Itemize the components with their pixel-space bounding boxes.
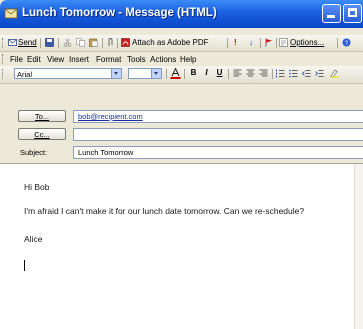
chevron-down-icon[interactable] (151, 69, 161, 78)
toolbar-divider (166, 69, 167, 79)
align-center-icon[interactable] (246, 69, 255, 78)
numbered-list-icon[interactable] (276, 69, 285, 78)
window-title: Lunch Tomorrow - Message (HTML) (22, 7, 217, 19)
toolbar-divider (260, 38, 261, 48)
menu-help[interactable]: Help (180, 54, 196, 65)
maximize-button[interactable] (343, 4, 362, 23)
menu-file[interactable]: File (10, 54, 23, 65)
align-right-icon[interactable] (259, 69, 268, 78)
decrease-indent-icon[interactable] (302, 69, 311, 78)
toolbar-divider (58, 38, 59, 48)
send-icon (8, 39, 17, 46)
attach-pdf-button[interactable]: Attach as Adobe PDF (132, 37, 209, 49)
options-button[interactable]: Options... (290, 37, 324, 49)
send-button[interactable]: Send (18, 37, 37, 49)
toolbar-divider (227, 38, 228, 48)
cut-icon[interactable] (63, 38, 72, 47)
menu-tools[interactable]: Tools (127, 54, 146, 65)
send-label: Send (18, 38, 37, 47)
to-field[interactable]: bob@recipient.com (73, 110, 363, 123)
subject-label: Subject: (20, 148, 48, 157)
font-value: Arial (17, 70, 33, 79)
flag-icon[interactable] (264, 38, 273, 47)
title-bar[interactable]: Lunch Tomorrow - Message (HTML) (0, 0, 363, 28)
toolbar-divider (184, 69, 185, 79)
italic-button[interactable]: I (201, 68, 212, 77)
signature-text: Alice (24, 234, 43, 244)
align-left-icon[interactable] (233, 69, 242, 78)
to-recipient[interactable]: bob@recipient.com (78, 112, 143, 121)
toolbar-divider (117, 38, 118, 48)
cc-field[interactable] (73, 128, 363, 141)
increase-indent-icon[interactable] (315, 69, 324, 78)
menu-actions[interactable]: Actions (150, 54, 176, 65)
toolbar-divider (276, 38, 277, 48)
font-color-icon[interactable] (170, 68, 181, 79)
standard-toolbar: Send Attach as Adobe PDF ! ↓ Options... … (0, 35, 363, 52)
toolbar-divider (337, 38, 338, 48)
paste-icon[interactable] (89, 38, 98, 47)
greeting-text: Hi Bob (24, 182, 50, 192)
toolbar-grip[interactable] (2, 69, 5, 79)
pdf-icon (121, 38, 130, 47)
to-button-label: To... (34, 112, 50, 121)
importance-low-icon[interactable]: ↓ (249, 37, 253, 49)
toolbar-divider (228, 69, 229, 79)
formatting-toolbar: Arial B I U (0, 66, 363, 84)
highlight-icon[interactable] (330, 69, 339, 78)
vertical-scrollbar[interactable] (354, 164, 363, 329)
menu-view[interactable]: View (47, 54, 64, 65)
menu-bar: File Edit View Insert Format Tools Actio… (0, 52, 363, 66)
underline-button[interactable]: U (214, 68, 225, 77)
font-select[interactable]: Arial (14, 68, 122, 79)
toolbar-divider (272, 69, 273, 79)
cc-button-label: Cc... (34, 130, 50, 139)
menu-format[interactable]: Format (96, 54, 121, 65)
help-icon[interactable]: ? (342, 38, 351, 47)
bold-button[interactable]: B (188, 68, 199, 77)
menu-grip[interactable] (2, 54, 5, 64)
message-text: I'm afraid I can't make it for our lunch… (24, 206, 305, 216)
subject-field[interactable]: Lunch Tomorrow (73, 146, 363, 159)
chevron-down-icon[interactable] (111, 69, 121, 78)
message-window: Lunch Tomorrow - Message (HTML) Send Att… (0, 0, 363, 329)
options-label: Options... (290, 38, 325, 47)
copy-icon[interactable] (76, 38, 85, 47)
cc-button[interactable]: Cc... (18, 128, 66, 140)
toolbar-grip[interactable] (2, 38, 5, 48)
message-body[interactable]: Hi Bob I'm afraid I can't make it for ou… (0, 163, 363, 329)
toolbar-divider (102, 38, 103, 48)
bullet-list-icon[interactable] (289, 69, 298, 78)
minimize-button[interactable] (322, 4, 341, 23)
save-icon[interactable] (45, 38, 54, 47)
address-pane: To... bob@recipient.com Cc... Subject: L… (0, 88, 363, 160)
font-size-select[interactable] (128, 68, 162, 79)
to-button[interactable]: To... (18, 110, 66, 122)
envelope-icon (4, 8, 18, 19)
menu-edit[interactable]: Edit (27, 54, 41, 65)
options-icon (279, 38, 288, 47)
text-cursor (24, 260, 25, 271)
attach-icon[interactable] (106, 38, 115, 47)
importance-high-icon[interactable]: ! (234, 37, 237, 49)
toolbar-divider (40, 38, 41, 48)
menu-insert[interactable]: Insert (69, 54, 89, 65)
subject-value: Lunch Tomorrow (78, 148, 134, 157)
